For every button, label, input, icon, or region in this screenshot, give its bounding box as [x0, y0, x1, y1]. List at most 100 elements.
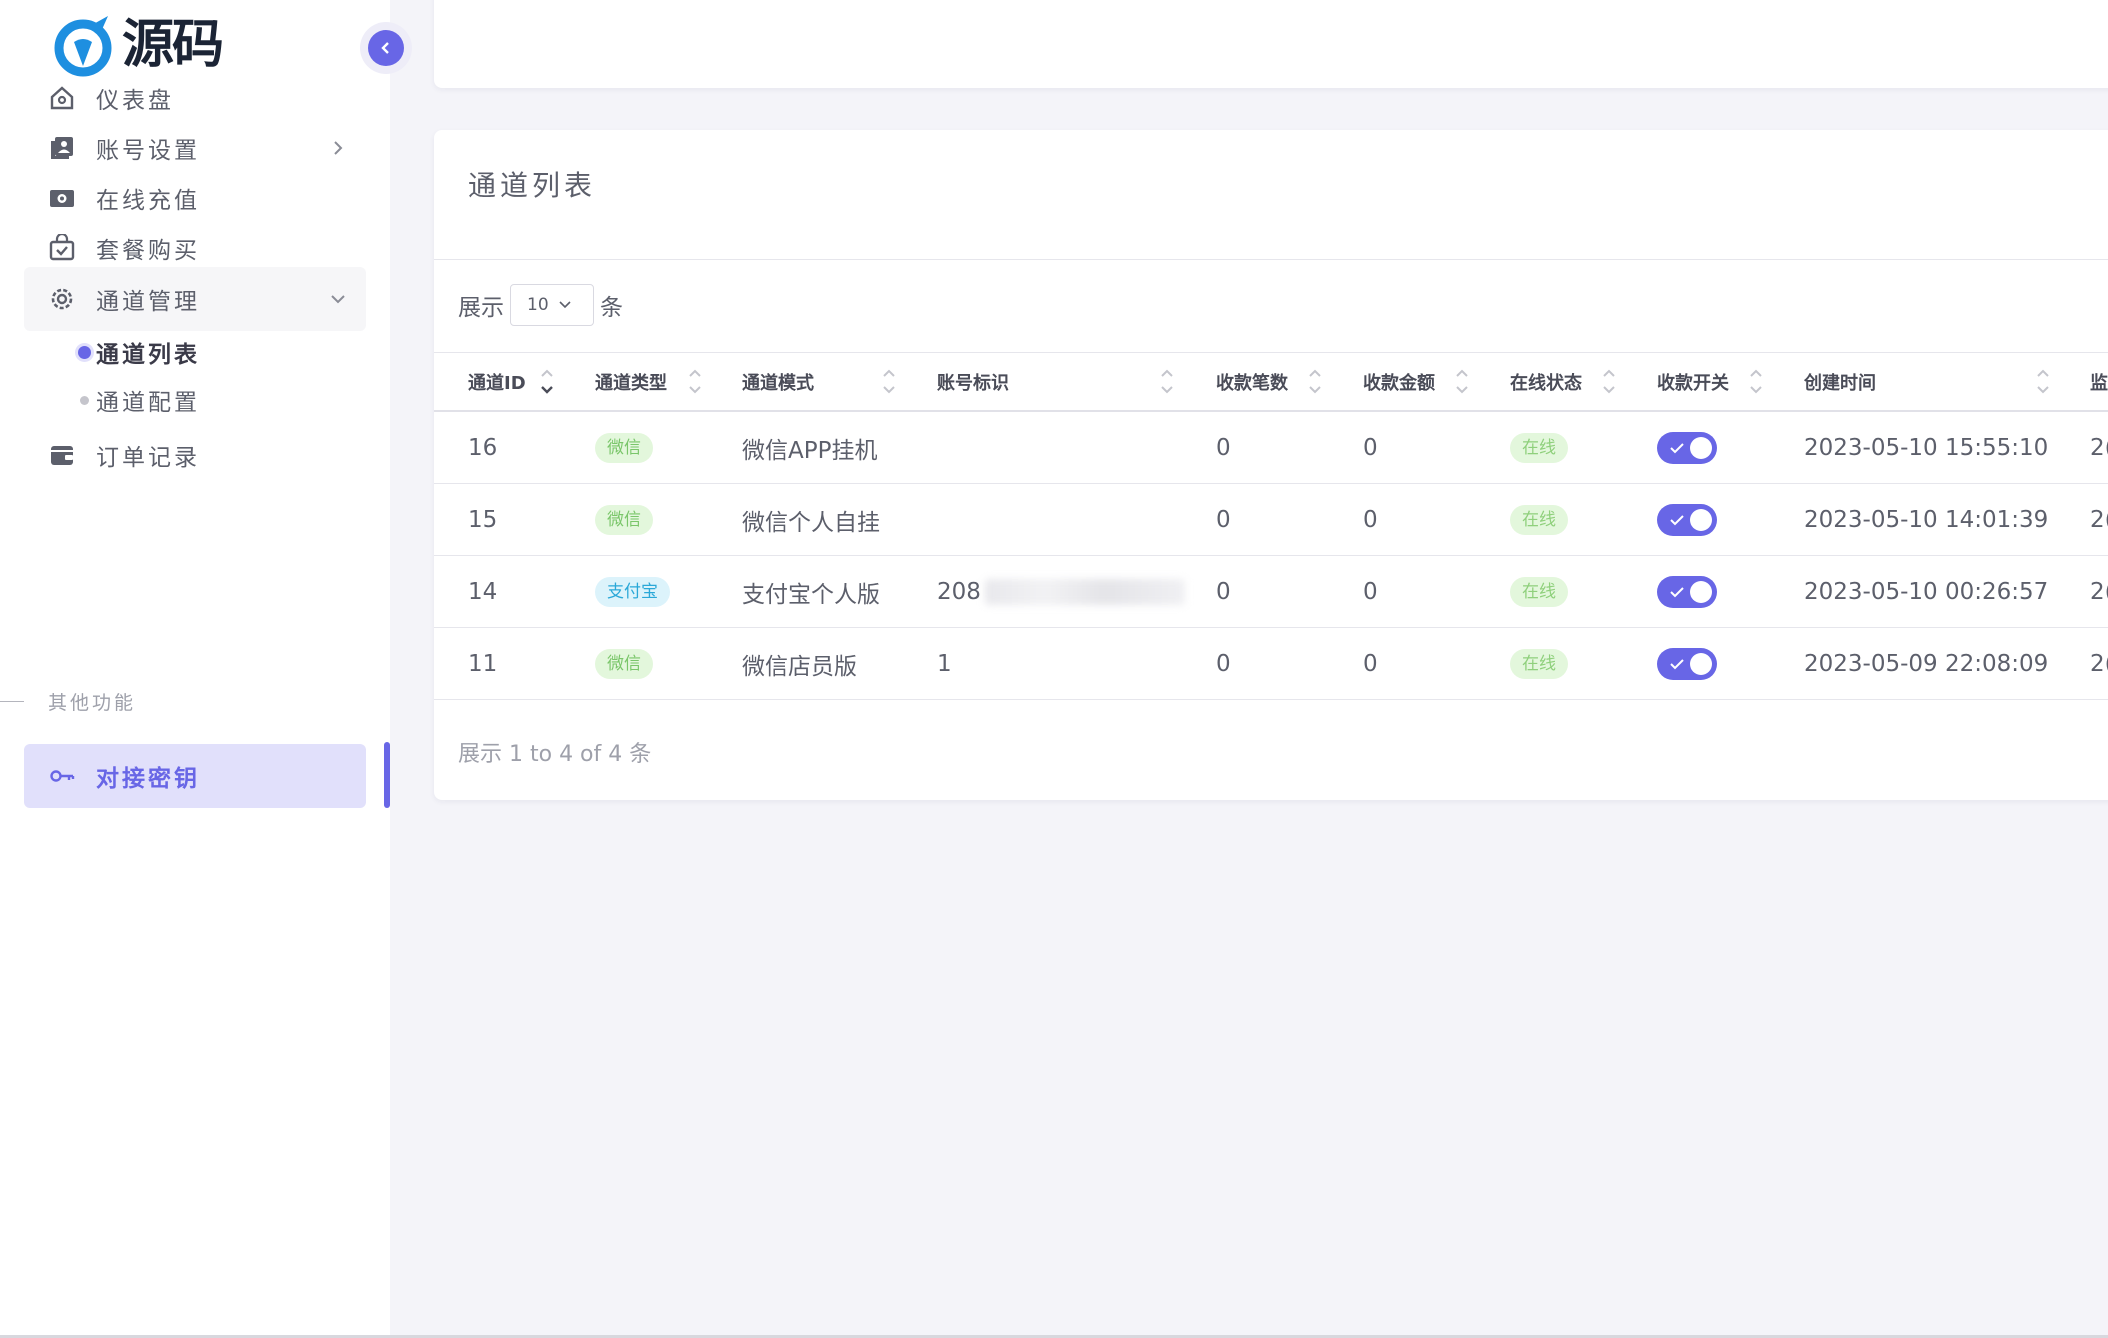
money-icon [50, 190, 74, 207]
receive-toggle[interactable] [1657, 576, 1717, 608]
cell-status: 在线 [1510, 412, 1568, 484]
receive-toggle[interactable] [1657, 432, 1717, 464]
cell-switch [1657, 556, 1717, 628]
sort-icon[interactable] [1158, 365, 1176, 399]
sidebar-item-label: 账号设置 [96, 138, 200, 164]
chevron-right-icon [334, 141, 343, 155]
sort-icon[interactable] [686, 365, 704, 399]
check-icon [1670, 443, 1684, 454]
user-card-icon [51, 137, 73, 159]
receive-toggle[interactable] [1657, 504, 1717, 536]
status-badge: 在线 [1510, 577, 1568, 607]
cell-monitor: 2( [2090, 651, 2108, 677]
cell-monitor: 2( [2090, 507, 2108, 533]
sidebar-item-channel-management[interactable]: 通道管理 [24, 267, 366, 331]
sidebar-item-label: 对接密钥 [96, 766, 200, 792]
column-header-created[interactable]: 创建时间 [1804, 353, 1876, 411]
section-label-text: 其他功能 [48, 691, 137, 714]
sort-icon[interactable] [1600, 365, 1618, 399]
column-header-label: 收款金额 [1363, 373, 1435, 394]
table-row: 11 微信 微信店员版 1 0 0 在线 2023-05-09 22:08:09… [434, 628, 2108, 700]
page-length-control: 展示 10 条 [458, 284, 623, 326]
cell-created: 2023-05-10 15:55:10 [1804, 435, 2049, 461]
active-indicator [384, 742, 390, 808]
sidebar-item-api-key[interactable]: 对接密钥 [24, 744, 366, 808]
cell-status: 在线 [1510, 628, 1568, 700]
key-icon [50, 770, 75, 782]
column-header-label: 通道类型 [595, 373, 667, 394]
toggle-knob [1690, 581, 1712, 603]
sort-icon[interactable] [2034, 365, 2052, 399]
receive-toggle[interactable] [1657, 648, 1717, 680]
divider [434, 259, 2108, 260]
cell-created: 2023-05-10 00:26:57 [1804, 579, 2049, 605]
divider [0, 700, 24, 702]
column-header-label: 在线状态 [1510, 373, 1582, 394]
sort-icon[interactable] [1453, 365, 1471, 399]
sidebar-subitem-channel-config[interactable]: 通道配置 [24, 372, 366, 428]
chevron-left-icon [381, 42, 389, 54]
cell-mode: 微信店员版 [742, 654, 857, 680]
channel-list-card: 通道列表 展示 10 条 通道ID 通道类型 通道模式 账号标识 收款笔数 收款… [434, 130, 2108, 800]
column-header-label: 通道模式 [742, 373, 814, 394]
cell-id: 16 [468, 435, 498, 461]
sort-icon[interactable] [1306, 365, 1324, 399]
cell-status: 在线 [1510, 484, 1568, 556]
cell-account: 208 [937, 556, 1185, 628]
page-length-select[interactable]: 10 [510, 284, 594, 326]
column-header-switch[interactable]: 收款开关 [1657, 353, 1729, 411]
cell-id: 15 [468, 507, 498, 533]
cell-mode: 微信APP挂机 [742, 438, 878, 464]
section-label: 其他功能 [0, 686, 200, 716]
card-title: 通道列表 [468, 169, 597, 202]
sort-desc-icon[interactable] [538, 365, 556, 399]
cell-account: 1 [937, 651, 952, 677]
cell-count: 0 [1216, 579, 1231, 605]
gear-icon [51, 288, 73, 310]
column-header-id[interactable]: 通道ID [468, 353, 526, 411]
cell-id: 14 [468, 579, 498, 605]
home-icon [50, 86, 74, 110]
cell-amount: 0 [1363, 507, 1378, 533]
table-row: 14 支付宝 支付宝个人版 208 0 0 在线 2023-05-10 00:2… [434, 556, 2108, 628]
sidebar: 源码 仪表盘 账号设置 在线充值 套餐购买 通道管理 通道列表 通道配置 订单记… [0, 0, 390, 1338]
length-suffix: 条 [600, 295, 623, 321]
cell-type: 微信 [595, 484, 653, 556]
account-text: 208 [937, 579, 981, 605]
bullet-icon [78, 346, 91, 359]
cell-switch [1657, 628, 1717, 700]
length-prefix: 展示 [458, 295, 504, 321]
toggle-knob [1690, 437, 1712, 459]
type-badge: 微信 [595, 649, 653, 679]
cell-type: 微信 [595, 628, 653, 700]
cell-count: 0 [1216, 507, 1231, 533]
check-icon [1670, 659, 1684, 670]
cell-mode: 微信个人自挂 [742, 510, 880, 536]
column-header-amount[interactable]: 收款金额 [1363, 353, 1435, 411]
status-badge: 在线 [1510, 505, 1568, 535]
column-header-monitor[interactable]: 监 [2090, 353, 2108, 411]
check-icon [1670, 515, 1684, 526]
column-header-status[interactable]: 在线状态 [1510, 353, 1582, 411]
type-badge: 微信 [595, 505, 653, 535]
sidebar-item-label: 仪表盘 [96, 88, 174, 114]
cell-switch [1657, 484, 1717, 556]
sidebar-item-label: 通道管理 [96, 289, 200, 315]
cell-amount: 0 [1363, 579, 1378, 605]
sidebar-collapse-button[interactable] [360, 22, 412, 74]
sort-icon[interactable] [880, 365, 898, 399]
cell-mode: 支付宝个人版 [742, 582, 880, 608]
column-header-mode[interactable]: 通道模式 [742, 353, 814, 411]
top-bar-card [434, 0, 2108, 88]
column-header-account[interactable]: 账号标识 [937, 353, 1009, 411]
sidebar-item-order-records[interactable]: 订单记录 [24, 423, 366, 487]
table-header: 通道ID 通道类型 通道模式 账号标识 收款笔数 收款金额 在线状态 收款开关 … [434, 352, 2108, 412]
column-header-type[interactable]: 通道类型 [595, 353, 667, 411]
cell-switch [1657, 412, 1717, 484]
column-header-count[interactable]: 收款笔数 [1216, 353, 1288, 411]
wallet-icon [51, 446, 73, 465]
bullet-icon [80, 396, 89, 405]
sidebar-item-label: 订单记录 [96, 445, 200, 471]
sort-icon[interactable] [1747, 365, 1765, 399]
table-info: 展示 1 to 4 of 4 条 [458, 742, 652, 767]
